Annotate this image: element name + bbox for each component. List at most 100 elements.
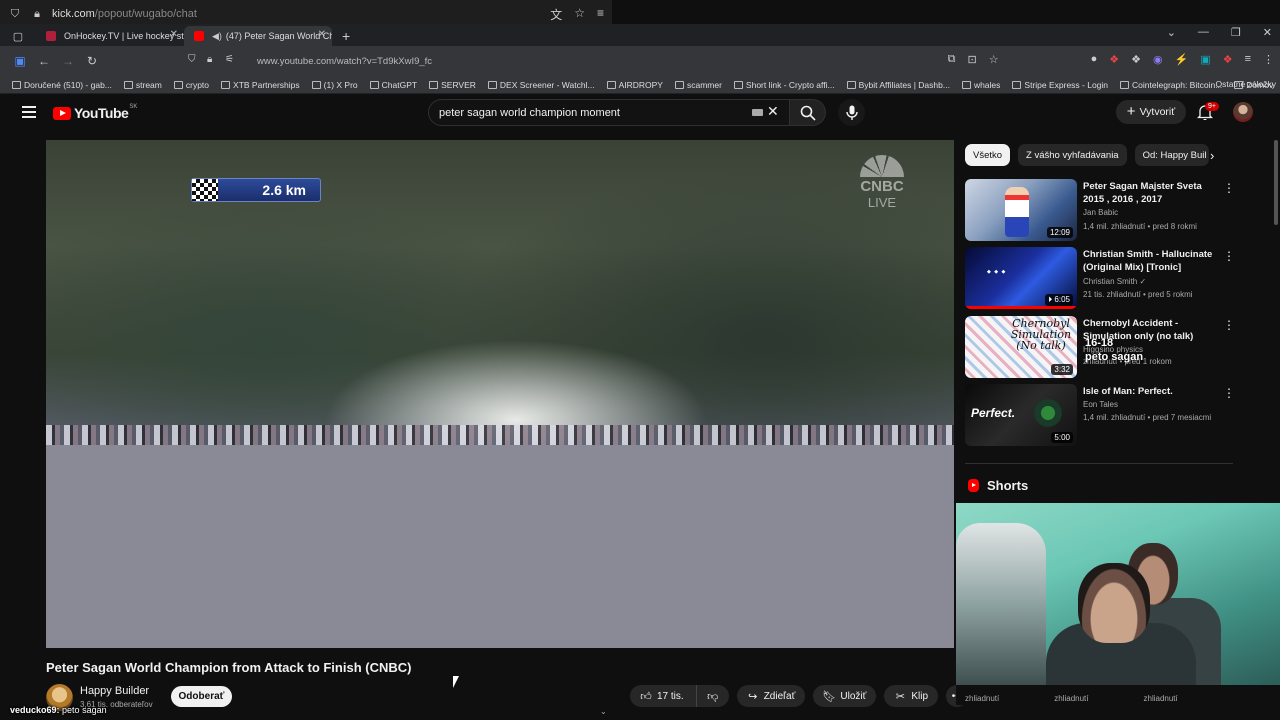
bookmark-item[interactable]: Short link - Crypto affi... bbox=[733, 79, 835, 90]
extension-icon[interactable]: ❖ bbox=[1131, 53, 1141, 66]
bookmark-other[interactable]: Ostatné záložky bbox=[1216, 79, 1276, 89]
lock-icon[interactable]: 🔒︎ bbox=[207, 54, 212, 65]
bookmark-item[interactable]: Stripe Express - Login bbox=[1012, 80, 1108, 90]
close-icon[interactable]: ✕ bbox=[170, 29, 178, 40]
rec-title[interactable]: Peter Sagan Majster Sveta 2015 , 2016 , … bbox=[1083, 180, 1223, 206]
channel-name[interactable]: Happy Builder bbox=[80, 685, 149, 697]
clip-button[interactable]: ✂ Klip bbox=[884, 685, 939, 707]
recommended-video[interactable]: 12:09 Peter Sagan Majster Sveta 2015 , 2… bbox=[965, 179, 1265, 241]
tab-actions-icon[interactable]: ▢ bbox=[0, 26, 36, 46]
youtube-logo[interactable]: YouTube SK bbox=[53, 104, 137, 121]
profile-icon[interactable]: ● bbox=[1091, 53, 1098, 66]
bookmark-label: DEX Screener - Watchl... bbox=[499, 79, 595, 90]
bookmark-item[interactable]: DEX Screener - Watchl... bbox=[487, 79, 595, 90]
back-icon[interactable]: ← bbox=[32, 54, 56, 68]
search-input[interactable]: peter sagan world champion moment ✕ bbox=[428, 99, 790, 126]
bookmark-label: Short link - Crypto affi... bbox=[745, 79, 835, 90]
chip-from-search[interactable]: Z vášho vyhľadávania bbox=[1018, 144, 1127, 166]
rec-title[interactable]: Isle of Man: Perfect. bbox=[1083, 385, 1223, 398]
chevron-down-icon[interactable]: ⌄ bbox=[600, 707, 607, 716]
create-button[interactable]: + Vytvoriť bbox=[1116, 100, 1186, 124]
shield-icon[interactable]: ⛉ bbox=[188, 54, 196, 65]
screenshot-icon[interactable]: ⊡ bbox=[967, 53, 976, 66]
restore-icon[interactable]: ❐ bbox=[1231, 26, 1241, 39]
extension-icon[interactable]: ❖ bbox=[1223, 53, 1233, 66]
tab-onhockey[interactable]: OnHockey.TV | Live hockey stre ✕ bbox=[36, 26, 184, 46]
menu-icon[interactable]: ≡ bbox=[597, 6, 604, 23]
more-vertical-icon[interactable]: ⋮ bbox=[1223, 318, 1235, 332]
like-button[interactable]: 👍︎ 17 tis. bbox=[630, 685, 696, 707]
save-button[interactable]: 🔖︎ Uložiť bbox=[813, 685, 877, 707]
bookmark-item[interactable]: crypto bbox=[173, 80, 209, 90]
forward-icon[interactable]: → bbox=[56, 54, 80, 68]
recommended-video[interactable]: ◆ ◆ ◆ ⏵ 6:05 Christian Smith - Hallucinat… bbox=[965, 247, 1265, 309]
clear-search-icon[interactable]: ✕ bbox=[767, 103, 779, 120]
bookmark-item[interactable]: AIRDROPY bbox=[606, 80, 663, 90]
bookmark-star-icon[interactable]: ☆ bbox=[989, 53, 999, 66]
mouse-cursor bbox=[453, 676, 459, 688]
extension-icon[interactable]: ❖ bbox=[1109, 53, 1119, 66]
sidebar-toggle-icon[interactable]: ▣ bbox=[8, 54, 32, 68]
more-vertical-icon[interactable]: ⋮ bbox=[1223, 249, 1235, 263]
speaker-icon[interactable]: ◀︎) bbox=[212, 31, 222, 42]
chat-user: veducko69: bbox=[10, 705, 60, 715]
voice-search-button[interactable] bbox=[838, 99, 865, 126]
keyboard-icon[interactable] bbox=[752, 109, 763, 116]
bookmark-item[interactable]: ChatGPT bbox=[369, 80, 417, 90]
video-thumbnail[interactable]: ◆ ◆ ◆ ⏵ 6:05 bbox=[965, 247, 1077, 309]
bookmark-item[interactable]: Doručené (510) - gab... bbox=[12, 80, 112, 90]
tab-strip: ▢ OnHockey.TV | Live hockey stre ✕ ◀︎) (… bbox=[0, 24, 1280, 46]
close-window-icon[interactable]: ✕ bbox=[1263, 26, 1272, 39]
bookmark-item[interactable]: whales bbox=[961, 80, 1000, 90]
recommended-video[interactable]: Perfect. 5:00 Isle of Man: Perfect. Eon T… bbox=[965, 384, 1265, 446]
rec-channel[interactable]: Jan Babic bbox=[1083, 208, 1118, 217]
search-button[interactable] bbox=[790, 99, 826, 126]
extension-icon[interactable]: ◉ bbox=[1153, 53, 1163, 66]
scrollbar[interactable] bbox=[1274, 140, 1278, 225]
video-thumbnail[interactable]: 12:09 bbox=[965, 179, 1077, 241]
more-vertical-icon[interactable]: ⋮ bbox=[1223, 181, 1235, 195]
video-thumbnail[interactable]: Perfect. 5:00 bbox=[965, 384, 1077, 446]
video-thumbnail[interactable]: Chernobyl Simulation (No talk) 3:32 bbox=[965, 316, 1077, 378]
bookmark-item[interactable]: XTB Partnerships bbox=[221, 80, 300, 90]
chip-from-channel[interactable]: Od: Happy Buil bbox=[1134, 144, 1209, 166]
bookmark-item[interactable]: scammer bbox=[674, 80, 722, 90]
share-button[interactable]: ↪ Zdieľať bbox=[736, 685, 806, 707]
extensions-menu-icon[interactable]: ≡ bbox=[1245, 53, 1251, 66]
bookmark-item[interactable]: SERVER bbox=[429, 80, 476, 90]
translate-icon[interactable]: 文 bbox=[550, 6, 562, 23]
more-icon[interactable]: ⋮ bbox=[1263, 53, 1274, 66]
pip-icon[interactable]: ⧉ bbox=[948, 53, 956, 66]
url-field[interactable]: www.youtube.com/watch?v=Td9kXwI9_fc bbox=[257, 56, 432, 67]
chat-overlay: 16-18 peto sagan bbox=[1085, 336, 1143, 364]
bookmark-item[interactable]: Cointelegraph: Bitcoin... bbox=[1120, 80, 1222, 90]
more-vertical-icon[interactable]: ⋮ bbox=[1223, 386, 1235, 400]
chip-all[interactable]: Všetko bbox=[965, 144, 1011, 166]
video-player[interactable]: 2.6 km CNBC LIVE bbox=[46, 140, 954, 648]
chevron-right-icon[interactable]: › bbox=[1210, 148, 1214, 163]
bookmark-item[interactable]: (1) X Pro bbox=[311, 80, 358, 90]
subscribe-button[interactable]: Odoberať bbox=[171, 686, 232, 707]
create-label: Vytvoriť bbox=[1139, 106, 1176, 118]
rec-channel[interactable]: Eon Tales bbox=[1083, 400, 1118, 409]
rec-title[interactable]: Christian Smith - Hallucinate (Original … bbox=[1083, 248, 1223, 274]
extension-icon[interactable]: ▣ bbox=[1200, 53, 1210, 66]
close-icon[interactable]: ✕ bbox=[318, 29, 326, 40]
extension-icon[interactable]: ⚡ bbox=[1175, 53, 1189, 66]
shorts-header: Shorts bbox=[968, 478, 1028, 493]
user-avatar[interactable] bbox=[1233, 102, 1253, 122]
dislike-button[interactable]: 👎︎ bbox=[695, 685, 729, 707]
star-icon[interactable]: ☆ bbox=[574, 6, 585, 23]
tab-youtube[interactable]: ◀︎) (47) Peter Sagan World Cha ✕ bbox=[184, 26, 332, 46]
bookmark-item[interactable]: stream bbox=[123, 80, 162, 90]
chevron-down-icon[interactable]: ⌄ bbox=[1167, 26, 1176, 39]
bookmark-item[interactable]: Bybit Affiliates | Dashb... bbox=[846, 80, 950, 90]
webcam-overlay bbox=[956, 503, 1280, 685]
new-tab-button[interactable]: + bbox=[342, 28, 350, 44]
permissions-icon[interactable]: ⚟ bbox=[225, 54, 234, 65]
menu-icon[interactable] bbox=[22, 106, 36, 118]
popout-url[interactable]: kick.com/popout/wugabo/chat bbox=[52, 8, 197, 20]
rec-channel[interactable]: Christian Smith ✓ bbox=[1083, 277, 1146, 286]
reload-icon[interactable]: ↻ bbox=[80, 54, 104, 68]
minimize-icon[interactable]: — bbox=[1198, 26, 1209, 39]
